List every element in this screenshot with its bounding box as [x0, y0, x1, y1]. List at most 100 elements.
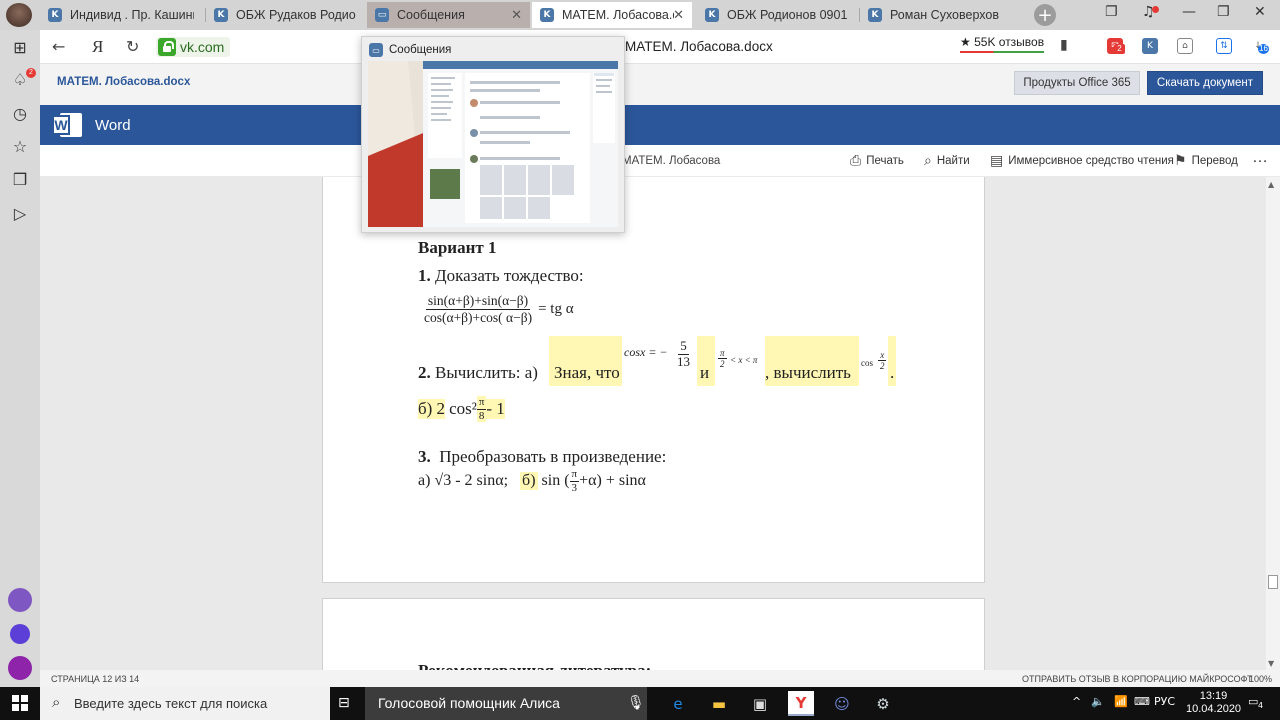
- search-icon: ⌕: [924, 153, 932, 169]
- tab-1[interactable]: K ОБЖ Рудаков Родионов(: [206, 2, 366, 28]
- history-icon[interactable]: ◷: [10, 104, 30, 124]
- taskbar-search[interactable]: ⌕ Введите здесь текст для поиска: [40, 687, 330, 720]
- preview-thumbnail: [368, 61, 618, 227]
- volume-icon[interactable]: 🔈: [1091, 695, 1105, 708]
- url-field[interactable]: vk.com: [156, 37, 231, 57]
- tab-strip: K Индивид . Пр. Кашинцов K ОБЖ Рудаков Р…: [0, 0, 1280, 30]
- more-button[interactable]: …: [1252, 149, 1268, 167]
- word-app-bar: W Word: [40, 105, 1280, 145]
- tab-2[interactable]: ▭ Сообщения ✕: [367, 2, 530, 28]
- profile-avatar[interactable]: [6, 3, 32, 27]
- office-products-button[interactable]: Продукты Office 365: [1014, 71, 1140, 95]
- book-icon: ▤: [990, 153, 1004, 169]
- apps-grid-icon[interactable]: ⊞: [10, 38, 30, 58]
- command-bar: МАТЕМ. Лобасова ⎙ Печать ⌕ Найти ▤ Иммер…: [40, 145, 1280, 177]
- clock[interactable]: 13:19 10.04.2020: [1186, 690, 1241, 716]
- yandex-icon[interactable]: Я: [92, 37, 103, 57]
- chat-icon: ▭: [375, 8, 389, 22]
- vertical-scrollbar[interactable]: ▲ ▼: [1266, 177, 1280, 670]
- status-bar: СТРАНИЦА 12 ИЗ 14 ОТПРАВИТЬ ОТЗЫВ В КОРП…: [40, 670, 1280, 687]
- document-bar: МАТЕМ. Лобасова.docx Продукты Office 365…: [40, 64, 1280, 105]
- minimize-icon[interactable]: —: [1182, 4, 1196, 20]
- task-view-icon[interactable]: ⊟: [338, 695, 350, 711]
- tab-3[interactable]: K МАТЕМ. Лобасова.doc ✕: [532, 2, 692, 28]
- windows-start-icon[interactable]: [12, 695, 28, 711]
- window-close-icon[interactable]: ✕: [1254, 4, 1266, 20]
- command-doc-name: МАТЕМ. Лобасова: [622, 155, 721, 167]
- tray-chevron-icon[interactable]: ^: [1072, 695, 1081, 708]
- tabs-overview-icon[interactable]: ❐: [1105, 4, 1118, 20]
- translate-icon: ⚑: [1174, 153, 1187, 169]
- microphone-icon[interactable]: 🎙: [627, 695, 645, 711]
- app-icon[interactable]: [8, 656, 32, 680]
- vk-icon[interactable]: K: [1142, 38, 1158, 54]
- task-3: 3. Преобразовать в произведение:: [418, 447, 667, 466]
- tab-4[interactable]: K ОБЖ Родионов 0901ДИН: [697, 2, 857, 28]
- yandex-browser-icon[interactable]: Y: [788, 691, 814, 716]
- task-3-items: а) √3 - 2 sinα; б) sin ( π 3 +α) + sinα: [418, 468, 646, 494]
- preview-title: Сообщения: [389, 44, 452, 56]
- bookmark-icon[interactable]: ▮: [1060, 37, 1068, 53]
- document-name: МАТЕМ. Лобасова.docx: [57, 76, 191, 88]
- mail-badge: 2: [1114, 44, 1125, 54]
- vk-icon: K: [705, 8, 719, 22]
- browser-sidebar: ⊞ ♤ 2 ◷ ☆ ❒ ▷: [0, 30, 40, 687]
- immersive-reader-button[interactable]: ▤ Иммерсивное средство чтения: [990, 153, 1174, 169]
- store-icon[interactable]: ▣: [747, 691, 773, 716]
- vk-icon: K: [48, 8, 62, 22]
- close-icon[interactable]: ✕: [511, 8, 522, 23]
- lock-icon: [158, 38, 176, 56]
- network-icon[interactable]: 📶: [1114, 695, 1128, 708]
- tab-5[interactable]: K Роман Суховерхов: [860, 2, 1020, 28]
- notification-count: 4: [1258, 701, 1264, 710]
- scroll-down-icon[interactable]: ▼: [1268, 659, 1274, 668]
- new-tab-button[interactable]: +: [1034, 4, 1056, 26]
- restore-icon[interactable]: ❐: [1217, 4, 1230, 20]
- translate-button[interactable]: ⚑ Перевод: [1174, 153, 1238, 169]
- scroll-up-icon[interactable]: ▲: [1268, 180, 1274, 189]
- feedback-link[interactable]: ОТПРАВИТЬ ОТЗЫВ В КОРПОРАЦИЮ МАЙКРОСОФТ: [1022, 674, 1252, 684]
- sync-icon[interactable]: ⇅: [1216, 38, 1232, 54]
- steam-icon[interactable]: ⚙: [870, 691, 896, 716]
- vk-icon: K: [214, 8, 228, 22]
- chat-icon: ▭: [369, 43, 383, 57]
- download-badge: 16: [1258, 44, 1269, 54]
- taskbar: ⌕ Введите здесь текст для поиска ⊟ Голос…: [0, 687, 1280, 720]
- reload-icon[interactable]: ↻: [126, 37, 139, 56]
- alice-icon[interactable]: [10, 624, 30, 644]
- star-icon[interactable]: ☆: [10, 137, 30, 157]
- app-icon[interactable]: [8, 588, 32, 612]
- explorer-icon[interactable]: ▬: [706, 691, 732, 716]
- search-icon: ⌕: [52, 693, 61, 711]
- language-indicator[interactable]: РУС: [1154, 695, 1175, 708]
- notification-dot: [1152, 6, 1159, 13]
- task-1-formula: sin(α+β)+sin(α−β) cos(α+β)+cos( α−β) = t…: [424, 293, 574, 325]
- vk-icon: K: [868, 8, 882, 22]
- vk-icon: K: [540, 8, 554, 22]
- document-canvas[interactable]: Вариант 1 1. Доказать тождество: sin(α+β…: [40, 177, 1266, 670]
- reviews-link[interactable]: ★ 55K отзывов: [960, 35, 1045, 53]
- printer-icon: ⎙: [850, 153, 862, 169]
- tab-0[interactable]: K Индивид . Пр. Кашинцов: [40, 2, 204, 28]
- variant-heading: Вариант 1: [418, 238, 497, 257]
- notifications-badge: 2: [26, 68, 36, 78]
- alice-voice-assistant[interactable]: Голосовой помощник Алиса 🎙: [365, 687, 647, 720]
- find-button[interactable]: ⌕ Найти: [924, 153, 970, 169]
- scroll-thumb[interactable]: [1268, 575, 1278, 589]
- zoom-level[interactable]: 100%: [1249, 674, 1272, 684]
- literature-heading: Рекомендованная литература:: [418, 661, 651, 670]
- document-page: Вариант 1 1. Доказать тождество: sin(α+β…: [322, 177, 985, 583]
- close-icon[interactable]: ✕: [673, 8, 684, 23]
- notifications-icon[interactable]: ▭: [1248, 695, 1258, 708]
- download-document-button[interactable]: Скачать документ: [1147, 71, 1263, 95]
- print-button[interactable]: ⎙ Печать: [850, 153, 904, 169]
- edge-icon[interactable]: e: [665, 691, 691, 716]
- discord-icon[interactable]: ☺: [829, 691, 855, 716]
- keyboard-icon[interactable]: ⌨: [1134, 695, 1150, 708]
- back-icon[interactable]: ←: [52, 37, 65, 56]
- collections-icon[interactable]: ❒: [10, 170, 30, 190]
- play-icon[interactable]: ▷: [10, 204, 30, 224]
- task-2b: б) 2 cos² π 8 - 1: [418, 396, 505, 423]
- extension-icon[interactable]: ⌂: [1177, 38, 1193, 54]
- messages-page-thumbnail: [368, 61, 618, 227]
